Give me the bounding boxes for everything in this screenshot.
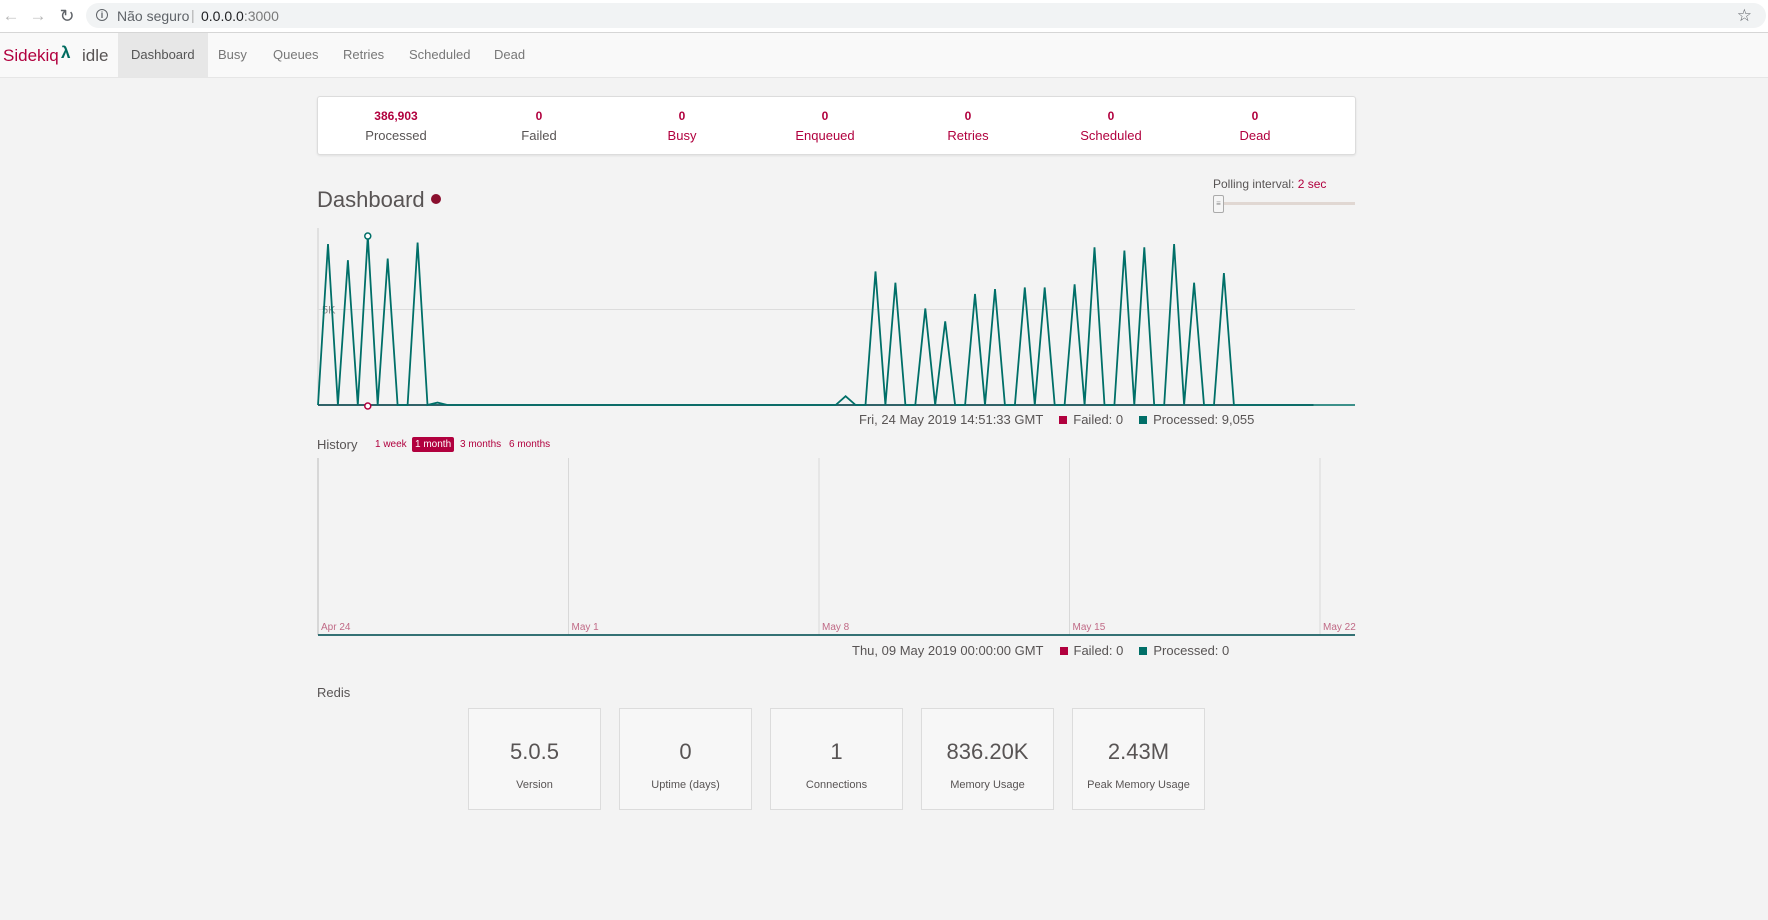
history-range-1-month[interactable]: 1 month (412, 437, 455, 452)
redis-value: 1 (830, 739, 843, 764)
redis-value: 836.20K (946, 739, 1029, 764)
nav-tab-dashboard[interactable]: Dashboard (118, 33, 208, 77)
status-label: idle (82, 46, 109, 65)
redis-label: Peak Memory Usage (1087, 779, 1190, 791)
nav-tab-scheduled[interactable]: Scheduled (396, 33, 483, 77)
redis-label: Memory Usage (950, 779, 1025, 791)
x-tick-label: Apr 24 (321, 622, 351, 633)
stat-label: Busy (667, 128, 697, 143)
nav-tab-busy[interactable]: Busy (205, 33, 260, 77)
history-label: History (317, 437, 358, 452)
history-range-1-week[interactable]: 1 week (372, 437, 410, 452)
redis-value: 0 (679, 739, 692, 764)
back-arrow-icon[interactable]: ← (1, 6, 21, 26)
stat-processed: 386,903 Processed (326, 109, 466, 143)
stat-value: 0 (678, 109, 686, 123)
stat-label: Enqueued (795, 128, 855, 143)
history-range-6-months[interactable]: 6 months (506, 437, 553, 452)
stats-summary: 386,903 Processed 0 Failed 0 Busy 0 Enqueued 0 Re… (317, 96, 1356, 155)
redis-label: Connections (805, 779, 868, 791)
redis-card-version: 5.0.5 Version (468, 708, 601, 810)
history-chart: Apr 24 May 1 May 8 May 15 May 22 (317, 458, 1356, 636)
stat-busy[interactable]: 0 Busy (612, 109, 752, 143)
processed-swatch (1139, 647, 1148, 655)
nav-tab-retries[interactable]: Retries (330, 33, 397, 77)
redis-card-peak-memory-usage: 2.43M Peak Memory Usage (1072, 708, 1205, 810)
info-icon[interactable]: i (96, 9, 108, 21)
history-processed-legend: Processed: 0 (1153, 643, 1230, 658)
realtime-chart: 5K (317, 228, 1355, 410)
redis-label: Uptime (days) (651, 779, 720, 791)
realtime-failed-legend: Failed: 0 (1073, 412, 1124, 427)
redis-card-uptime-days: 0 Uptime (days) (619, 708, 752, 810)
realtime-legend: Fri, 24 May 2019 14:51:33 GMT Failed: 0 Pr… (859, 412, 1254, 427)
url-text[interactable]: 0.0.0.0:3000 (201, 8, 279, 24)
history-failed-legend: Failed: 0 (1073, 643, 1124, 658)
reload-icon[interactable]: ↻ (57, 6, 77, 26)
stat-dead[interactable]: 0 Dead (1185, 109, 1325, 143)
stat-value: 0 (535, 109, 543, 123)
page-title: Dashboard (317, 187, 425, 212)
failed-swatch (1059, 647, 1068, 655)
stat-scheduled[interactable]: 0 Scheduled (1041, 109, 1181, 143)
stat-value: 0 (964, 109, 972, 123)
stat-retries[interactable]: 0 Retries (898, 109, 1038, 143)
nav-tab-dead[interactable]: Dead (481, 33, 538, 77)
brand-link[interactable]: Sidekiq (3, 46, 59, 66)
beacon-indicator (431, 194, 441, 204)
redis-label: Version (516, 779, 553, 791)
stat-label: Dead (1239, 128, 1271, 143)
failed-highlight-dot (364, 402, 372, 410)
history-range-3-months[interactable]: 3 months (457, 437, 504, 452)
stat-enqueued[interactable]: 0 Enqueued (755, 109, 895, 143)
redis-card-memory-usage: 836.20K Memory Usage (921, 708, 1054, 810)
polling-interval-slider-track[interactable] (1213, 202, 1355, 205)
stat-value: 386,903 (374, 109, 418, 123)
realtime-timestamp: Fri, 24 May 2019 14:51:33 GMT (859, 412, 1044, 427)
redis-value: 5.0.5 (510, 739, 559, 764)
realtime-processed-legend: Processed: 9,055 (1153, 412, 1255, 427)
nav-tab-queues[interactable]: Queues (260, 33, 332, 77)
browser-toolbar: ← → ↻ i Não seguro | 0.0.0.0:3000 ☆ (0, 0, 1768, 33)
redis-value: 2.43M (1107, 739, 1170, 764)
x-tick-label: May 22 (1323, 622, 1356, 633)
polling-interval-slider-handle[interactable]: ≡ (1213, 195, 1224, 213)
x-tick-label: May 8 (822, 622, 850, 633)
stat-failed[interactable]: 0 Failed (469, 109, 609, 143)
redis-card-connections: 1 Connections (770, 708, 903, 810)
polling-interval-label: Polling interval: 2 sec (1213, 177, 1327, 191)
address-bar[interactable]: i Não seguro | 0.0.0.0:3000 ☆ (86, 3, 1766, 28)
x-tick-label: May 1 (572, 622, 600, 633)
processed-swatch (1139, 416, 1148, 424)
stat-label: Retries (947, 128, 989, 143)
processed-highlight-dot (364, 232, 372, 240)
stat-value: 0 (1107, 109, 1115, 123)
url-separator: | (191, 7, 195, 23)
history-legend: Thu, 09 May 2019 00:00:00 GMT Failed: 0 Pr… (852, 643, 1229, 658)
stat-value: 0 (821, 109, 829, 123)
stat-label: Failed (521, 128, 557, 143)
stat-label: Processed (365, 128, 427, 143)
x-tick-label: May 15 (1073, 622, 1106, 633)
forward-arrow-icon[interactable]: → (28, 6, 48, 26)
app-navbar: Sidekiq λ idle Dashboard Busy Queues Retrie… (0, 33, 1768, 78)
failed-swatch (1059, 416, 1068, 424)
history-timestamp: Thu, 09 May 2019 00:00:00 GMT (852, 643, 1044, 658)
polling-interval-value: 2 sec (1297, 177, 1327, 191)
sidekiq-runner-icon: λ (61, 43, 71, 62)
bookmark-star-icon[interactable]: ☆ (1737, 6, 1752, 26)
security-label: Não seguro (117, 8, 190, 24)
series-line-processed (317, 235, 1314, 407)
redis-section-label: Redis (317, 685, 351, 700)
stat-label: Scheduled (1080, 128, 1142, 143)
stat-value: 0 (1251, 109, 1259, 123)
